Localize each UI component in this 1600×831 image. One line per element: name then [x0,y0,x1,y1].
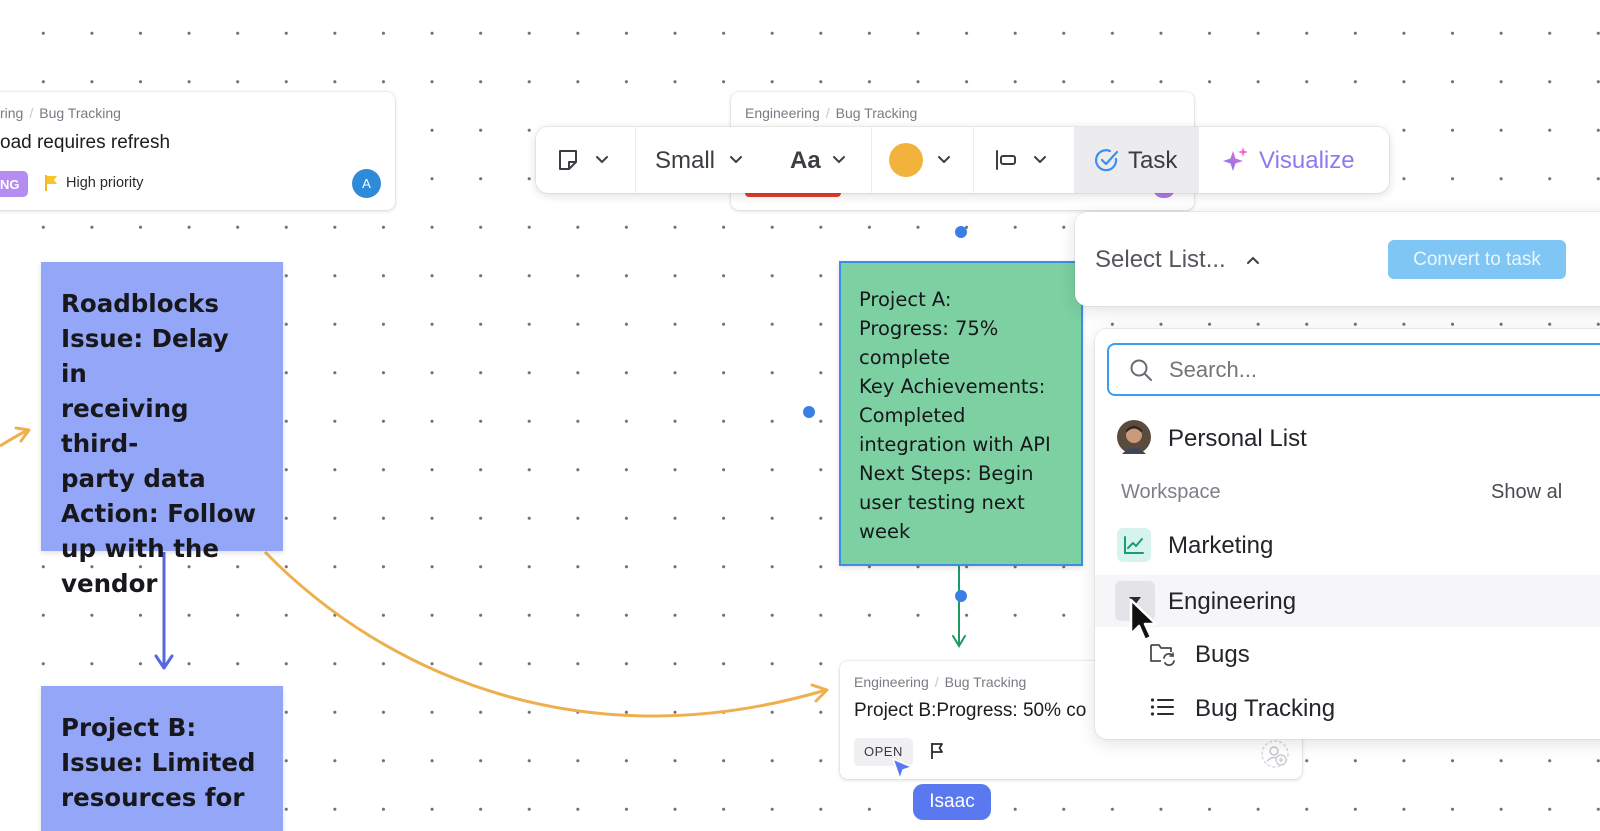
search-field[interactable] [1107,343,1600,396]
task-button[interactable]: Task [1074,127,1199,193]
list-icon [1150,698,1174,716]
breadcrumb: Engineering / Bug Tracking [745,105,918,121]
sticky-type-button[interactable] [536,127,635,193]
chart-line-icon [1117,528,1151,562]
anchor-dot [955,590,967,602]
anchor-dot [955,226,967,238]
color-dropdown[interactable] [872,127,972,193]
list-dropdown: Personal List Workspace Show al Marketin… [1095,329,1600,739]
font-label: Aa [790,147,821,174]
chevron-up-icon [1247,256,1259,264]
flag-icon[interactable] [930,742,944,760]
priority-label: High priority [66,175,144,191]
list-label: Bugs [1195,641,1250,668]
space-label: Engineering [1168,588,1297,615]
visualize-button[interactable]: Visualize [1200,127,1389,193]
anchor-dot [803,406,815,418]
align-left-icon [996,150,1016,170]
color-swatch [889,143,923,177]
collaborator-label: Isaac [913,784,991,820]
task-label: Task [1128,147,1178,174]
task-title: oad requires refresh [0,132,171,153]
flag-icon [45,175,57,191]
breadcrumb: ring / Bug Tracking [0,105,121,121]
avatar [1117,420,1151,454]
search-input[interactable] [1169,355,1589,385]
show-all-link[interactable]: Show al [1491,481,1562,504]
visualize-label: Visualize [1259,147,1355,174]
space-item-marketing[interactable]: Marketing [1095,522,1600,568]
personal-list-label: Personal List [1168,425,1307,452]
collaborator-cursor-icon [892,758,913,780]
task-card-left[interactable]: ring / Bug Tracking oad requires refresh N… [0,92,395,210]
workspace-heading: Workspace [1121,481,1221,503]
font-dropdown[interactable]: Aa [771,127,866,193]
convert-to-task-button[interactable]: Convert to task [1388,240,1566,279]
status-badge[interactable]: NG [0,171,28,197]
task-title: Project B:Progress: 50% co [854,700,1087,721]
avatar[interactable]: A [352,169,381,198]
chevron-down-icon [938,156,950,164]
size-label: Small [655,147,716,174]
search-icon [1130,359,1152,381]
add-assignee-icon[interactable] [1260,739,1290,769]
sparkle-icon [1223,147,1248,171]
sticky-note-roadblocks[interactable]: Roadblocks Issue: Delay in receiving thi… [41,262,283,598]
floating-toolbar: Small Aa Task Visualize [536,127,1389,193]
sticky-note-project-b[interactable]: Project B: Issue: Limited resources for [41,686,283,831]
chevron-down-icon [833,156,845,164]
orange-arrow-curve [263,550,827,718]
chevron-down-icon [730,156,742,164]
chevron-down-icon [596,156,608,164]
convert-panel: Select List... Convert to task [1075,212,1600,306]
personal-list-item[interactable]: Personal List [1095,415,1600,461]
breadcrumb: Engineering / Bug Tracking [854,674,1027,690]
task-check-icon [1095,149,1119,172]
space-label: Marketing [1168,532,1274,559]
select-list-label: Select List... [1095,246,1226,273]
list-label: Bug Tracking [1195,695,1336,722]
mouse-cursor-icon [1129,598,1158,642]
list-item-bugs[interactable]: Bugs [1095,631,1600,677]
space-item-engineering[interactable]: Engineering [1095,575,1600,627]
list-item-bug-tracking[interactable]: Bug Tracking [1095,685,1600,731]
size-dropdown[interactable]: Small [636,127,761,193]
sticky-note-icon [559,150,577,170]
chevron-down-icon [1034,156,1046,164]
align-dropdown[interactable] [974,127,1072,193]
sticky-note-project-a[interactable]: Project A: Progress: 75% complete Key Ac… [839,261,1083,566]
